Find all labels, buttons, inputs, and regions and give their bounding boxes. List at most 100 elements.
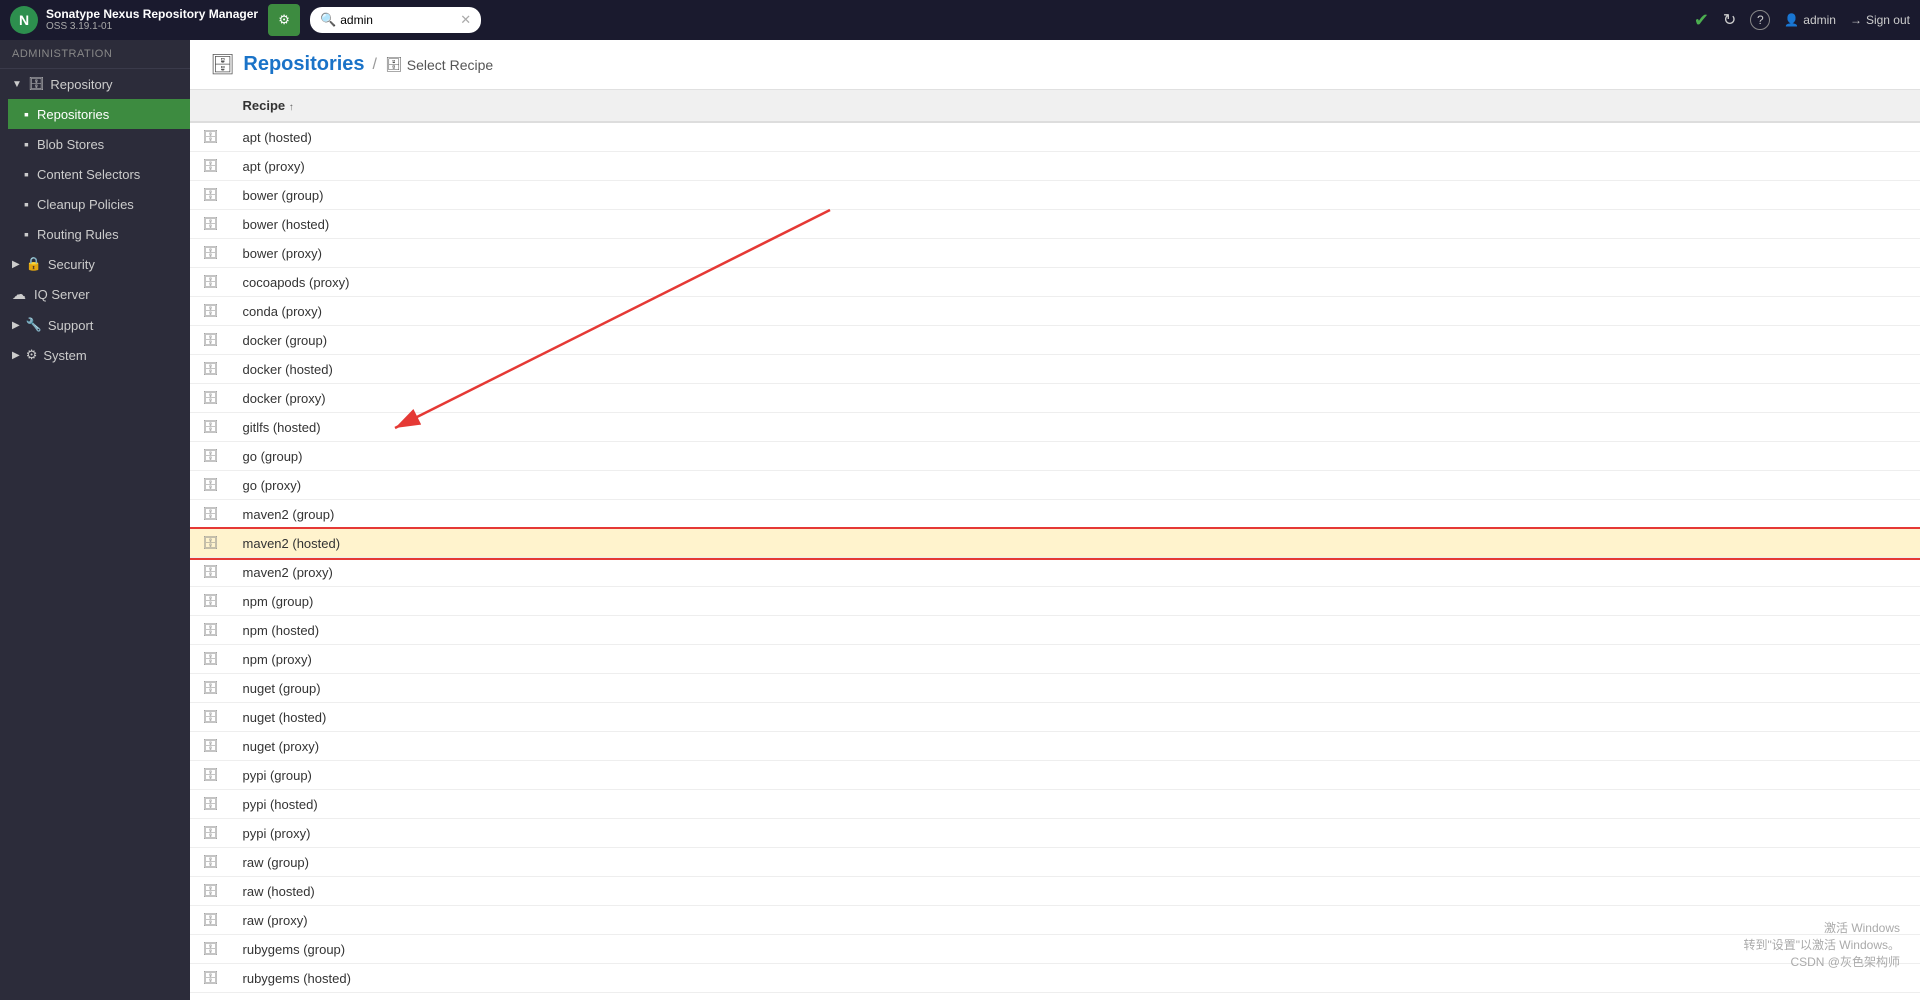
recipe-name-cell[interactable]: go (proxy)	[231, 471, 1920, 500]
row-icon-cell: 🗄	[190, 819, 231, 848]
sidebar-item-cleanup-policies[interactable]: ▪ Cleanup Policies	[8, 189, 190, 219]
recipe-name-cell[interactable]: conda (proxy)	[231, 297, 1920, 326]
recipe-name-cell[interactable]: cocoapods (proxy)	[231, 268, 1920, 297]
recipe-name-cell[interactable]: docker (group)	[231, 326, 1920, 355]
table-row[interactable]: 🗄apt (hosted)	[190, 122, 1920, 152]
table-row[interactable]: 🗄pypi (group)	[190, 761, 1920, 790]
table-row[interactable]: 🗄npm (group)	[190, 587, 1920, 616]
recipe-name-cell[interactable]: npm (hosted)	[231, 616, 1920, 645]
refresh-icon[interactable]: ↻	[1723, 10, 1736, 30]
row-icon-cell: 🗄	[190, 587, 231, 616]
table-row[interactable]: 🗄maven2 (hosted)	[190, 529, 1920, 558]
recipe-name-cell[interactable]: rubygems (group)	[231, 935, 1920, 964]
recipe-name-cell[interactable]: docker (hosted)	[231, 355, 1920, 384]
table-row[interactable]: 🗄 npm (proxy)	[190, 645, 1920, 674]
system-label: System	[43, 348, 86, 363]
help-icon[interactable]: ?	[1750, 10, 1770, 30]
topbar: N Sonatype Nexus Repository Manager OSS …	[0, 0, 1920, 40]
recipe-icon: 🗄	[202, 187, 219, 202]
sidebar-item-iq-server[interactable]: ☁ IQ Server	[0, 279, 190, 310]
table-row[interactable]: 🗄maven2 (proxy)	[190, 558, 1920, 587]
recipe-name-cell[interactable]: nuget (group)	[231, 674, 1920, 703]
repository-children: ▪ Repositories ▪ Blob Stores ▪ Content S…	[0, 99, 190, 249]
signout-button[interactable]: → Sign out	[1850, 13, 1910, 27]
recipe-name-cell[interactable]: docker (proxy)	[231, 384, 1920, 413]
search-input[interactable]	[340, 13, 460, 27]
recipe-icon: 🗄	[202, 506, 219, 521]
table-row[interactable]: 🗄nuget (proxy)	[190, 732, 1920, 761]
table-row[interactable]: 🗄nuget (group)	[190, 674, 1920, 703]
sidebar-item-repositories[interactable]: ▪ Repositories	[8, 99, 190, 129]
recipe-name-cell[interactable]: rubygems (proxy)	[231, 993, 1920, 1000]
recipe-name-cell[interactable]: pypi (group)	[231, 761, 1920, 790]
recipe-name-cell[interactable]: pypi (hosted)	[231, 790, 1920, 819]
admin-menu[interactable]: 👤 admin	[1784, 13, 1836, 27]
content-selectors-icon: ▪	[24, 166, 29, 182]
sidebar-group-support[interactable]: ▶ 🔧 Support	[0, 310, 190, 340]
recipe-name-cell[interactable]: rubygems (hosted)	[231, 964, 1920, 993]
search-clear-icon[interactable]: ✕	[460, 12, 471, 28]
recipe-name-cell[interactable]: bower (hosted)	[231, 210, 1920, 239]
settings-button[interactable]: ⚙	[268, 4, 300, 36]
recipe-icon: 🗄	[202, 709, 219, 724]
iq-server-label: IQ Server	[34, 287, 90, 302]
table-row[interactable]: 🗄 nuget (hosted)	[190, 703, 1920, 732]
table-row[interactable]: 🗄bower (hosted)	[190, 210, 1920, 239]
page-header-icon: 🗄	[210, 52, 235, 77]
recipe-icon: 🗄	[202, 796, 219, 811]
table-row[interactable]: 🗄go (group)	[190, 442, 1920, 471]
table-row[interactable]: 🗄apt (proxy)	[190, 152, 1920, 181]
recipe-name-cell[interactable]: raw (group)	[231, 848, 1920, 877]
routing-rules-icon: ▪	[24, 226, 29, 242]
sidebar-group-system[interactable]: ▶ ⚙ System	[0, 340, 190, 370]
recipe-name-cell[interactable]: raw (hosted)	[231, 877, 1920, 906]
row-icon-cell: 🗄	[190, 529, 231, 558]
recipe-name-cell[interactable]: go (group)	[231, 442, 1920, 471]
recipe-name-cell[interactable]: npm (group)	[231, 587, 1920, 616]
table-row[interactable]: 🗄pypi (proxy)	[190, 819, 1920, 848]
table-row[interactable]: 🗄rubygems (hosted)	[190, 964, 1920, 993]
recipe-name-cell[interactable]: raw (proxy)	[231, 906, 1920, 935]
table-row[interactable]: 🗄 maven2 (group)	[190, 500, 1920, 529]
table-row[interactable]: 🗄 pypi (hosted)	[190, 790, 1920, 819]
table-row[interactable]: 🗄docker (proxy)	[190, 384, 1920, 413]
row-icon-cell: 🗄	[190, 674, 231, 703]
recipe-name-cell[interactable]: maven2 (proxy)	[231, 558, 1920, 587]
table-row[interactable]: 🗄npm (hosted)	[190, 616, 1920, 645]
table-row[interactable]: 🗄bower (proxy)	[190, 239, 1920, 268]
table-row[interactable]: 🗄conda (proxy)	[190, 297, 1920, 326]
search-box[interactable]: 🔍 ✕	[310, 7, 481, 33]
recipe-icon: 🗄	[202, 651, 219, 666]
recipe-name-cell[interactable]: apt (proxy)	[231, 152, 1920, 181]
table-row[interactable]: 🗄go (proxy)	[190, 471, 1920, 500]
col-recipe-header[interactable]: Recipe ↑	[231, 90, 1920, 122]
table-row[interactable]: 🗄 bower (group)	[190, 181, 1920, 210]
recipe-name-cell[interactable]: maven2 (group)	[231, 500, 1920, 529]
row-icon-cell: 🗄	[190, 993, 231, 1000]
sidebar-group-security[interactable]: ▶ 🔒 Security	[0, 249, 190, 279]
security-icon: 🔒	[26, 256, 42, 272]
table-row[interactable]: 🗄rubygems (group)	[190, 935, 1920, 964]
admin-label: admin	[1803, 13, 1836, 27]
sidebar-group-repository[interactable]: ▼ 🗄 Repository	[0, 69, 190, 99]
recipe-name-cell[interactable]: npm (proxy)	[231, 645, 1920, 674]
table-row[interactable]: 🗄raw (group)	[190, 848, 1920, 877]
table-row[interactable]: 🗄rubygems (proxy)	[190, 993, 1920, 1000]
table-row[interactable]: 🗄docker (hosted)	[190, 355, 1920, 384]
table-row[interactable]: 🗄cocoapods (proxy)	[190, 268, 1920, 297]
sidebar-item-content-selectors[interactable]: ▪ Content Selectors	[8, 159, 190, 189]
table-row[interactable]: 🗄docker (group)	[190, 326, 1920, 355]
table-row[interactable]: 🗄raw (hosted)	[190, 877, 1920, 906]
recipe-name-cell[interactable]: gitlfs (hosted)	[231, 413, 1920, 442]
recipe-name-cell[interactable]: nuget (hosted)	[231, 703, 1920, 732]
sidebar-item-routing-rules[interactable]: ▪ Routing Rules	[8, 219, 190, 249]
recipe-name-cell[interactable]: bower (group)	[231, 181, 1920, 210]
sidebar-item-blob-stores[interactable]: ▪ Blob Stores	[8, 129, 190, 159]
recipe-name-cell[interactable]: apt (hosted)	[231, 122, 1920, 152]
recipe-name-cell[interactable]: maven2 (hosted)	[231, 529, 1920, 558]
recipe-name-cell[interactable]: pypi (proxy)	[231, 819, 1920, 848]
recipe-name-cell[interactable]: nuget (proxy)	[231, 732, 1920, 761]
table-row[interactable]: 🗄gitlfs (hosted)	[190, 413, 1920, 442]
recipe-name-cell[interactable]: bower (proxy)	[231, 239, 1920, 268]
table-row[interactable]: 🗄raw (proxy)	[190, 906, 1920, 935]
